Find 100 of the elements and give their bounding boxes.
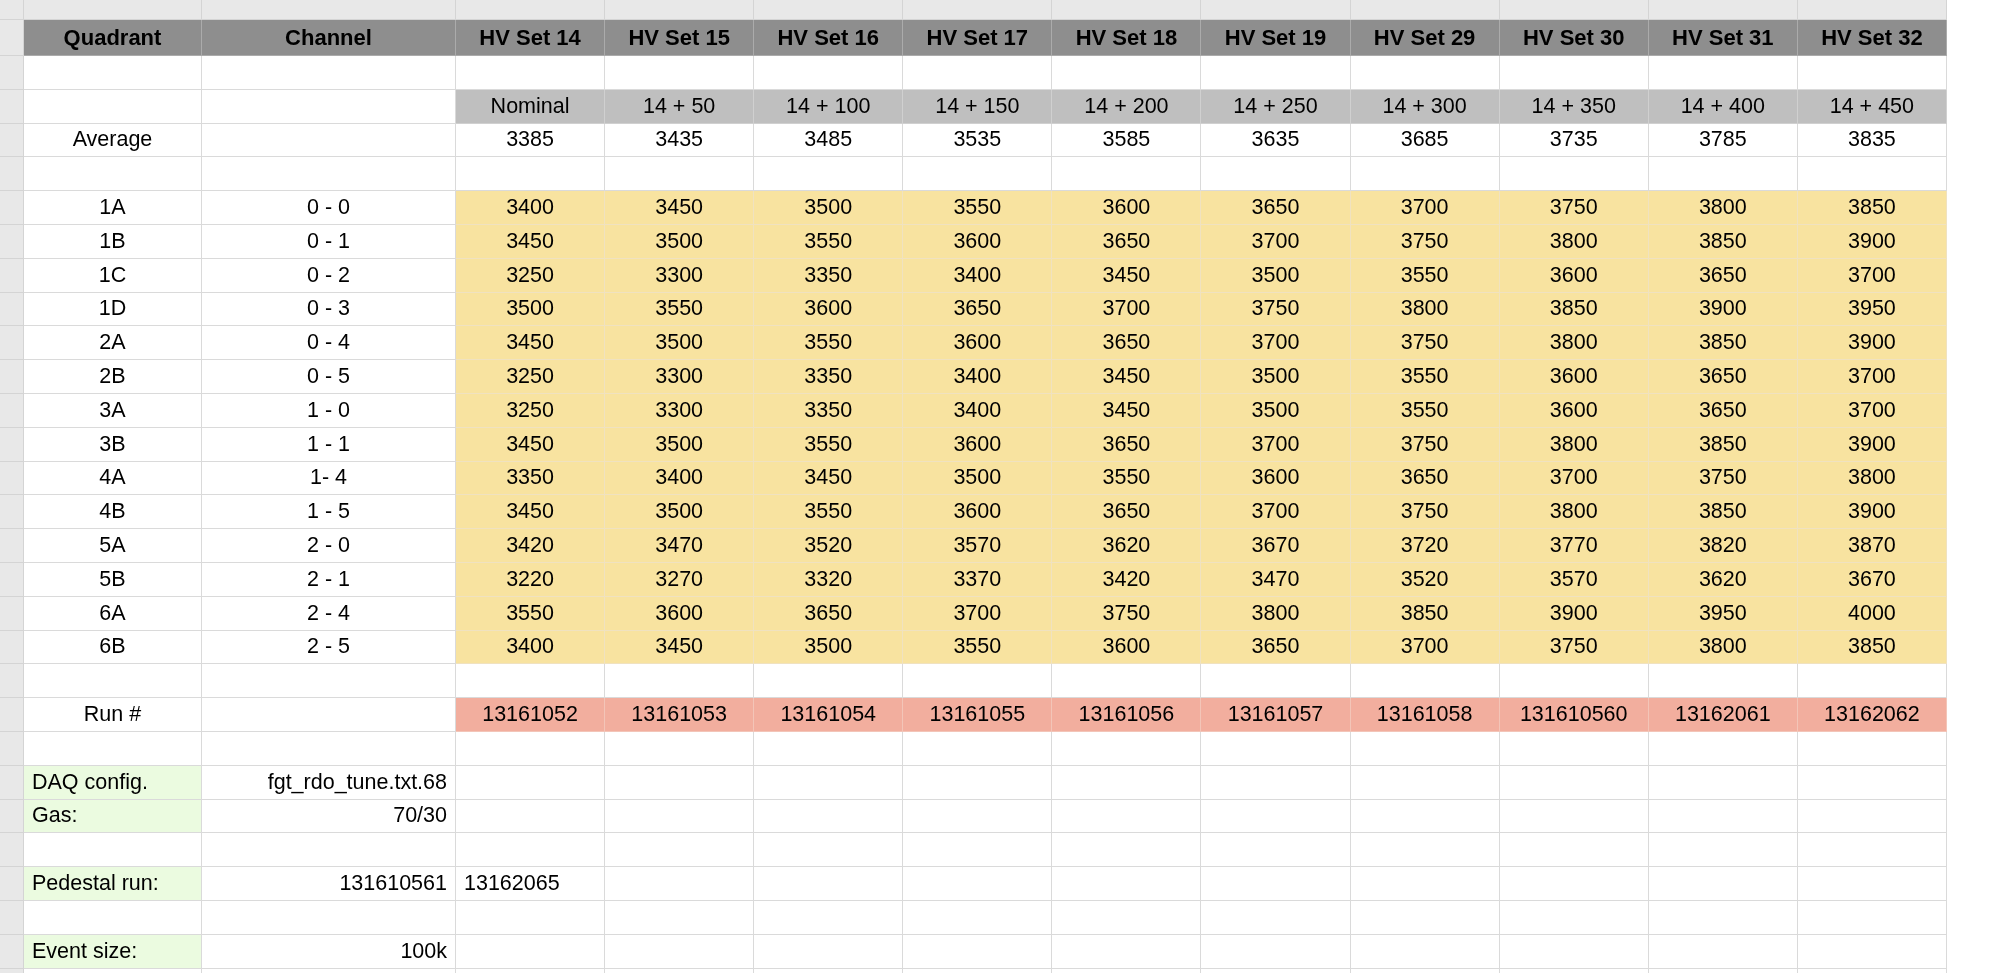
row-number-header[interactable]: [0, 326, 24, 361]
row-number-header[interactable]: [0, 867, 24, 901]
row-number-header[interactable]: [0, 833, 24, 868]
table-cell: 3250: [456, 360, 606, 394]
row-number-header[interactable]: [0, 427, 24, 462]
row-number-header[interactable]: [0, 157, 24, 192]
table-cell: 131610560: [1499, 698, 1649, 732]
row-number-header[interactable]: [0, 698, 24, 732]
table-cell: 3620: [1052, 529, 1202, 563]
table-cell: 14 + 300: [1350, 89, 1500, 124]
column-letter-header[interactable]: [456, 0, 606, 20]
table-cell: 3420: [456, 529, 606, 563]
row-number-header[interactable]: [0, 258, 24, 293]
table-cell: 3600: [605, 596, 755, 631]
table-cell: 3500: [903, 461, 1053, 496]
table-cell: 3850: [1797, 191, 1947, 225]
column-header: HV Set 18: [1052, 20, 1202, 56]
row-number-header[interactable]: [0, 191, 24, 225]
row-number-header[interactable]: [0, 360, 24, 394]
table-cell: 3400: [456, 630, 606, 665]
table-cell: 1 - 0: [202, 393, 456, 428]
column-letter-header[interactable]: [1350, 0, 1500, 20]
row-number-header[interactable]: [0, 393, 24, 428]
table-cell: 3600: [754, 292, 904, 327]
table-cell: 3850: [1350, 596, 1500, 631]
column-letter-header[interactable]: [202, 0, 456, 20]
table-cell: 3400: [903, 258, 1053, 293]
table-cell: 3750: [1499, 630, 1649, 665]
table-cell: 3650: [1201, 630, 1351, 665]
table-cell: 3900: [1797, 495, 1947, 530]
column-letter-header[interactable]: [605, 0, 755, 20]
row-number-header[interactable]: [0, 900, 24, 935]
row-number-header[interactable]: [0, 731, 24, 766]
table-cell: 6B: [24, 630, 202, 665]
table-cell: 1D: [24, 292, 202, 327]
column-letter-header[interactable]: [24, 0, 202, 20]
table-cell: 14 + 100: [754, 89, 904, 124]
table-cell: 3500: [1201, 393, 1351, 428]
row-number-header[interactable]: [0, 596, 24, 631]
column-letter-header[interactable]: [1052, 0, 1202, 20]
table-cell: 3600: [903, 495, 1053, 530]
table-cell: 3700: [1797, 360, 1947, 394]
row-number-header[interactable]: [0, 799, 24, 834]
table-cell: 3650: [1648, 258, 1798, 293]
table-cell: 4A: [24, 461, 202, 496]
table-cell: 3750: [1052, 596, 1202, 631]
row-number-header[interactable]: [0, 765, 24, 800]
table-cell: Average: [24, 123, 202, 158]
row-number-header[interactable]: [0, 495, 24, 530]
table-cell: 3550: [1350, 393, 1500, 428]
table-cell: 3850: [1648, 326, 1798, 361]
table-cell: 13161057: [1201, 698, 1351, 732]
column-letter-header[interactable]: [1648, 0, 1798, 20]
table-cell: 3900: [1797, 427, 1947, 462]
table-cell: 3850: [1797, 630, 1947, 665]
table-cell: 13161053: [605, 698, 755, 732]
table-cell: 3800: [1499, 427, 1649, 462]
table-cell: 3550: [754, 326, 904, 361]
table-cell: 3520: [1350, 562, 1500, 597]
table-cell: 3500: [605, 427, 755, 462]
table-cell: Nominal: [456, 89, 606, 124]
table-cell: 2 - 4: [202, 596, 456, 631]
table-cell: 3685: [1350, 123, 1500, 158]
table-cell: 3300: [605, 393, 755, 428]
row-number-header[interactable]: [0, 123, 24, 158]
row-number-header[interactable]: [0, 461, 24, 496]
row-number-header[interactable]: [0, 89, 24, 124]
table-cell: 3300: [605, 258, 755, 293]
row-number-header[interactable]: [0, 562, 24, 597]
column-letter-header[interactable]: [1499, 0, 1649, 20]
row-number-header[interactable]: [0, 20, 24, 56]
table-cell: 3300: [605, 360, 755, 394]
row-number-header[interactable]: [0, 292, 24, 327]
table-cell: 3350: [754, 258, 904, 293]
column-letter-header[interactable]: [1797, 0, 1947, 20]
column-letter-header[interactable]: [1201, 0, 1351, 20]
row-number-header[interactable]: [0, 934, 24, 969]
table-cell: 13161052: [456, 698, 606, 732]
table-cell: 3650: [1201, 191, 1351, 225]
table-cell: 0 - 1: [202, 225, 456, 259]
table-cell: 3320: [754, 562, 904, 597]
table-cell: 3635: [1201, 123, 1351, 158]
table-cell: 3850: [1648, 225, 1798, 259]
row-number-header[interactable]: [0, 225, 24, 259]
table-cell: 3400: [903, 393, 1053, 428]
row-number-header[interactable]: [0, 664, 24, 699]
table-cell: 3470: [605, 529, 755, 563]
table-cell: 3650: [1052, 225, 1202, 259]
table-cell: 3350: [456, 461, 606, 496]
column-letter-header[interactable]: [903, 0, 1053, 20]
column-header: Channel: [202, 20, 456, 56]
column-letter-header[interactable]: [754, 0, 904, 20]
table-cell: 3550: [754, 495, 904, 530]
table-cell: 3450: [1052, 393, 1202, 428]
table-cell: 3900: [1499, 596, 1649, 631]
row-number-header[interactable]: [0, 529, 24, 563]
row-number-header[interactable]: [0, 56, 24, 90]
row-number-header[interactable]: [0, 630, 24, 665]
table-cell: 3700: [903, 596, 1053, 631]
table-cell: 3650: [1648, 360, 1798, 394]
